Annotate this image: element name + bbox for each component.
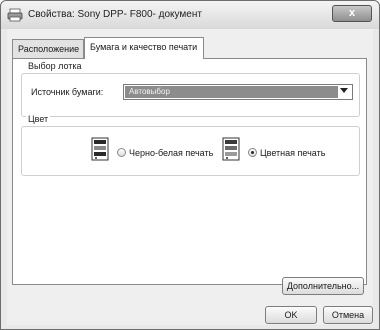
tab-layout[interactable]: Расположение — [12, 39, 84, 58]
paper-source-select[interactable]: Автовыбор — [123, 84, 353, 100]
paper-source-value: Автовыбор — [125, 86, 338, 98]
printer-icon — [7, 8, 23, 22]
dialog-client-area: Расположение Бумага и качество печати Вы… — [7, 29, 373, 325]
tab-paper-quality[interactable]: Бумага и качество печати — [84, 37, 204, 59]
close-button[interactable]: x — [332, 5, 372, 22]
color-group-label: Цвет — [26, 114, 51, 124]
cancel-button[interactable]: Отмена — [323, 306, 373, 324]
properties-dialog: Свойства: Sony DPP- F800- документ x Рас… — [0, 0, 380, 330]
paper-source-label: Источник бумаги: — [31, 87, 104, 97]
radio-selected-dot — [251, 151, 254, 154]
bw-print-label[interactable]: Черно-белая печать — [129, 148, 213, 158]
bw-print-radio[interactable] — [117, 148, 126, 157]
title-bar: Свойства: Sony DPP- F800- документ x — [1, 1, 379, 29]
window-title: Свойства: Sony DPP- F800- документ — [28, 9, 202, 20]
ok-button[interactable]: OK — [265, 306, 317, 324]
color-print-icon — [222, 137, 240, 161]
color-print-label[interactable]: Цветная печать — [260, 148, 325, 158]
color-print-radio[interactable] — [248, 148, 257, 157]
chevron-down-icon[interactable] — [340, 88, 348, 93]
tray-group-label: Выбор лотка — [26, 61, 84, 71]
bw-print-icon — [91, 137, 109, 161]
tab-panel-paper-quality: Выбор лотка Источник бумаги: Автовыбор Ц… — [12, 58, 367, 285]
advanced-button[interactable]: Дополнительно... — [282, 277, 364, 295]
